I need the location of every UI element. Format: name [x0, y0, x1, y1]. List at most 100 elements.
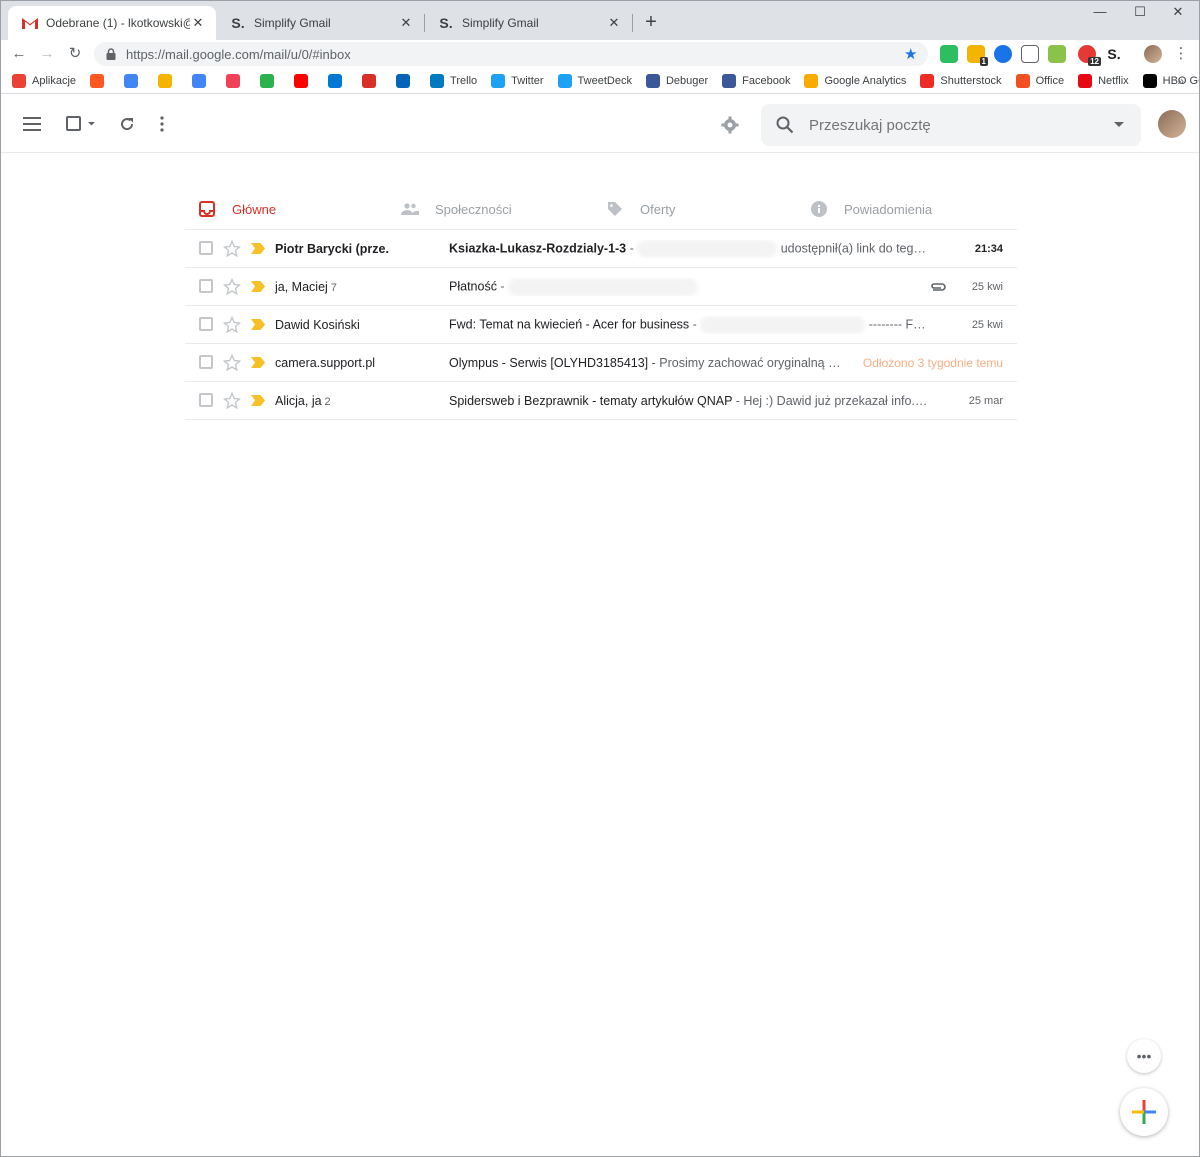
adblock-icon[interactable]: 12	[1078, 45, 1101, 66]
bookmark-item[interactable]: Google Analytics	[804, 73, 906, 88]
tab-updates[interactable]: Powiadomienia	[809, 190, 932, 228]
email-row[interactable]: camera.support.pl Olympus - Serwis [OLYHD…	[185, 344, 1017, 382]
tag-icon	[605, 199, 625, 219]
window-close-icon[interactable]: ✕	[1156, 4, 1200, 24]
plant-extension-icon[interactable]	[1048, 45, 1066, 63]
importance-marker-icon[interactable]	[251, 319, 265, 330]
select-all-checkbox[interactable]	[64, 112, 100, 136]
email-row[interactable]: Piotr Barycki (prze. Ksiazka-Lukasz-Rozdz…	[185, 230, 1017, 268]
bookmark-item[interactable]: Office	[1015, 73, 1065, 88]
email-subject: Spidersweb i Bezprawnik - tematy artykuł…	[449, 393, 733, 408]
star-icon[interactable]	[223, 354, 241, 372]
bookmark-item[interactable]	[90, 73, 110, 88]
star-icon[interactable]	[223, 392, 241, 410]
bookmark-item[interactable]: Facebook	[722, 73, 790, 88]
bookmark-item[interactable]: TweetDeck	[557, 73, 632, 88]
email-date: 25 kwi	[971, 318, 1003, 331]
search-input[interactable]	[809, 116, 1097, 134]
importance-marker-icon[interactable]	[251, 395, 265, 406]
importance-marker-icon[interactable]	[251, 281, 265, 292]
bookmark-item[interactable]: Aplikacje	[12, 73, 76, 88]
bookmark-item[interactable]	[396, 73, 416, 88]
bookmarks-overflow-button[interactable]: »	[1177, 74, 1184, 88]
attachment-icon[interactable]	[929, 279, 947, 295]
main-menu-icon[interactable]	[20, 112, 44, 136]
bookmark-item[interactable]	[124, 73, 144, 88]
tab-social[interactable]: Społeczności	[400, 190, 512, 228]
email-separator: -	[689, 316, 701, 331]
email-subject: Płatność	[449, 278, 497, 293]
bookmark-item[interactable]: Trello	[430, 73, 477, 88]
reload-icon[interactable]: ↻	[64, 43, 86, 65]
email-checkbox[interactable]	[199, 355, 213, 369]
search-options-dropdown-icon[interactable]	[1097, 122, 1141, 128]
bookmark-label: Shutterstock	[940, 74, 1002, 87]
bookmark-item[interactable]: Debuger	[645, 73, 708, 88]
email-content: Fwd: Temat na kwiecień - Acer for busine…	[449, 315, 929, 334]
evernote-icon[interactable]	[940, 45, 958, 63]
refresh-icon[interactable]	[115, 112, 139, 136]
tab-primary[interactable]: Główne	[197, 190, 276, 228]
bookmark-label: Office	[1035, 74, 1065, 87]
minimize-icon[interactable]: —	[1078, 4, 1122, 24]
more-button[interactable]: •••	[1127, 1039, 1161, 1073]
bookmark-item[interactable]: HBO GO	[1142, 73, 1200, 88]
email-checkbox[interactable]	[199, 317, 213, 331]
email-separator: -	[626, 240, 638, 255]
inbox-icon	[197, 199, 217, 219]
search-icon[interactable]	[761, 116, 809, 134]
email-row[interactable]: Dawid Kosiński Fwd: Temat na kwiecień - A…	[185, 306, 1017, 344]
star-icon[interactable]	[223, 278, 241, 296]
redacted-text	[508, 277, 699, 296]
importance-marker-icon[interactable]	[251, 357, 265, 368]
bookmark-item[interactable]	[328, 73, 348, 88]
bookmark-item[interactable]	[226, 73, 246, 88]
email-checkbox[interactable]	[199, 279, 213, 293]
compose-button[interactable]	[1120, 1088, 1168, 1136]
star-icon[interactable]	[223, 240, 241, 258]
profile-avatar-icon[interactable]	[1144, 45, 1162, 63]
bookmark-item[interactable]	[294, 73, 314, 88]
tab-simplify-1[interactable]: S. Simplify Gmail ✕	[216, 6, 424, 40]
sender-name: Alicja, ja	[275, 393, 322, 408]
tab-simplify-2[interactable]: S. Simplify Gmail ✕	[424, 6, 632, 40]
close-icon[interactable]: ✕	[606, 15, 622, 31]
bookmark-label: Twitter	[511, 74, 544, 87]
more-options-icon[interactable]	[150, 112, 174, 136]
close-icon[interactable]: ✕	[398, 15, 414, 31]
thread-count: 2	[324, 395, 331, 408]
bookmark-item[interactable]	[192, 73, 212, 88]
bookmark-item[interactable]	[362, 73, 382, 88]
forward-icon[interactable]: →	[36, 43, 58, 65]
account-avatar[interactable]	[1158, 110, 1186, 138]
pocket-extension-icon[interactable]	[1021, 45, 1039, 63]
email-checkbox[interactable]	[199, 393, 213, 407]
circle-extension-icon[interactable]	[994, 45, 1012, 63]
bookmark-item[interactable]: Twitter	[491, 73, 544, 88]
address-bar[interactable]: https://mail.google.com/mail/u/0/#inbox …	[94, 42, 928, 66]
redacted-text	[700, 315, 866, 334]
tab-promotions[interactable]: Oferty	[605, 190, 675, 228]
bookmark-item[interactable]	[158, 73, 178, 88]
bookmark-item[interactable]	[260, 73, 280, 88]
bookmark-item[interactable]: Shutterstock	[920, 73, 1002, 88]
chrome-menu-icon[interactable]: ⋮	[1170, 43, 1192, 65]
importance-marker-icon[interactable]	[251, 243, 265, 254]
bookmark-star-icon[interactable]: ★	[904, 45, 920, 63]
extension-badge-icon[interactable]: 1	[967, 45, 988, 66]
tab-gmail-inbox[interactable]: Odebrane (1) - lkotkowski@gmail.com ✕	[8, 6, 216, 40]
back-icon[interactable]: ←	[8, 43, 30, 65]
email-checkbox[interactable]	[199, 241, 213, 255]
star-icon[interactable]	[223, 316, 241, 334]
simplify-icon[interactable]: S.	[1105, 45, 1123, 63]
bookmark-item[interactable]: Netflix	[1078, 73, 1129, 88]
browser-toolbar: ← → ↻ https://mail.google.com/mail/u/0/#…	[0, 40, 1200, 68]
extension-badge-count: 1	[979, 57, 988, 66]
settings-gear-icon[interactable]	[718, 113, 742, 137]
email-row[interactable]: ja, Maciej 7 Płatność - 25 kwi	[185, 268, 1017, 306]
new-tab-button[interactable]: +	[640, 12, 662, 34]
close-icon[interactable]: ✕	[190, 15, 206, 31]
category-tabs: Główne Społeczności Oferty Powiadomienia	[185, 190, 1017, 230]
bookmarks-bar: Aplikacje Trello Twitter TweetDeck Debuger Fa…	[0, 68, 1200, 94]
email-row[interactable]: Alicja, ja 2 Spidersweb i Bezprawnik - tem…	[185, 382, 1017, 420]
